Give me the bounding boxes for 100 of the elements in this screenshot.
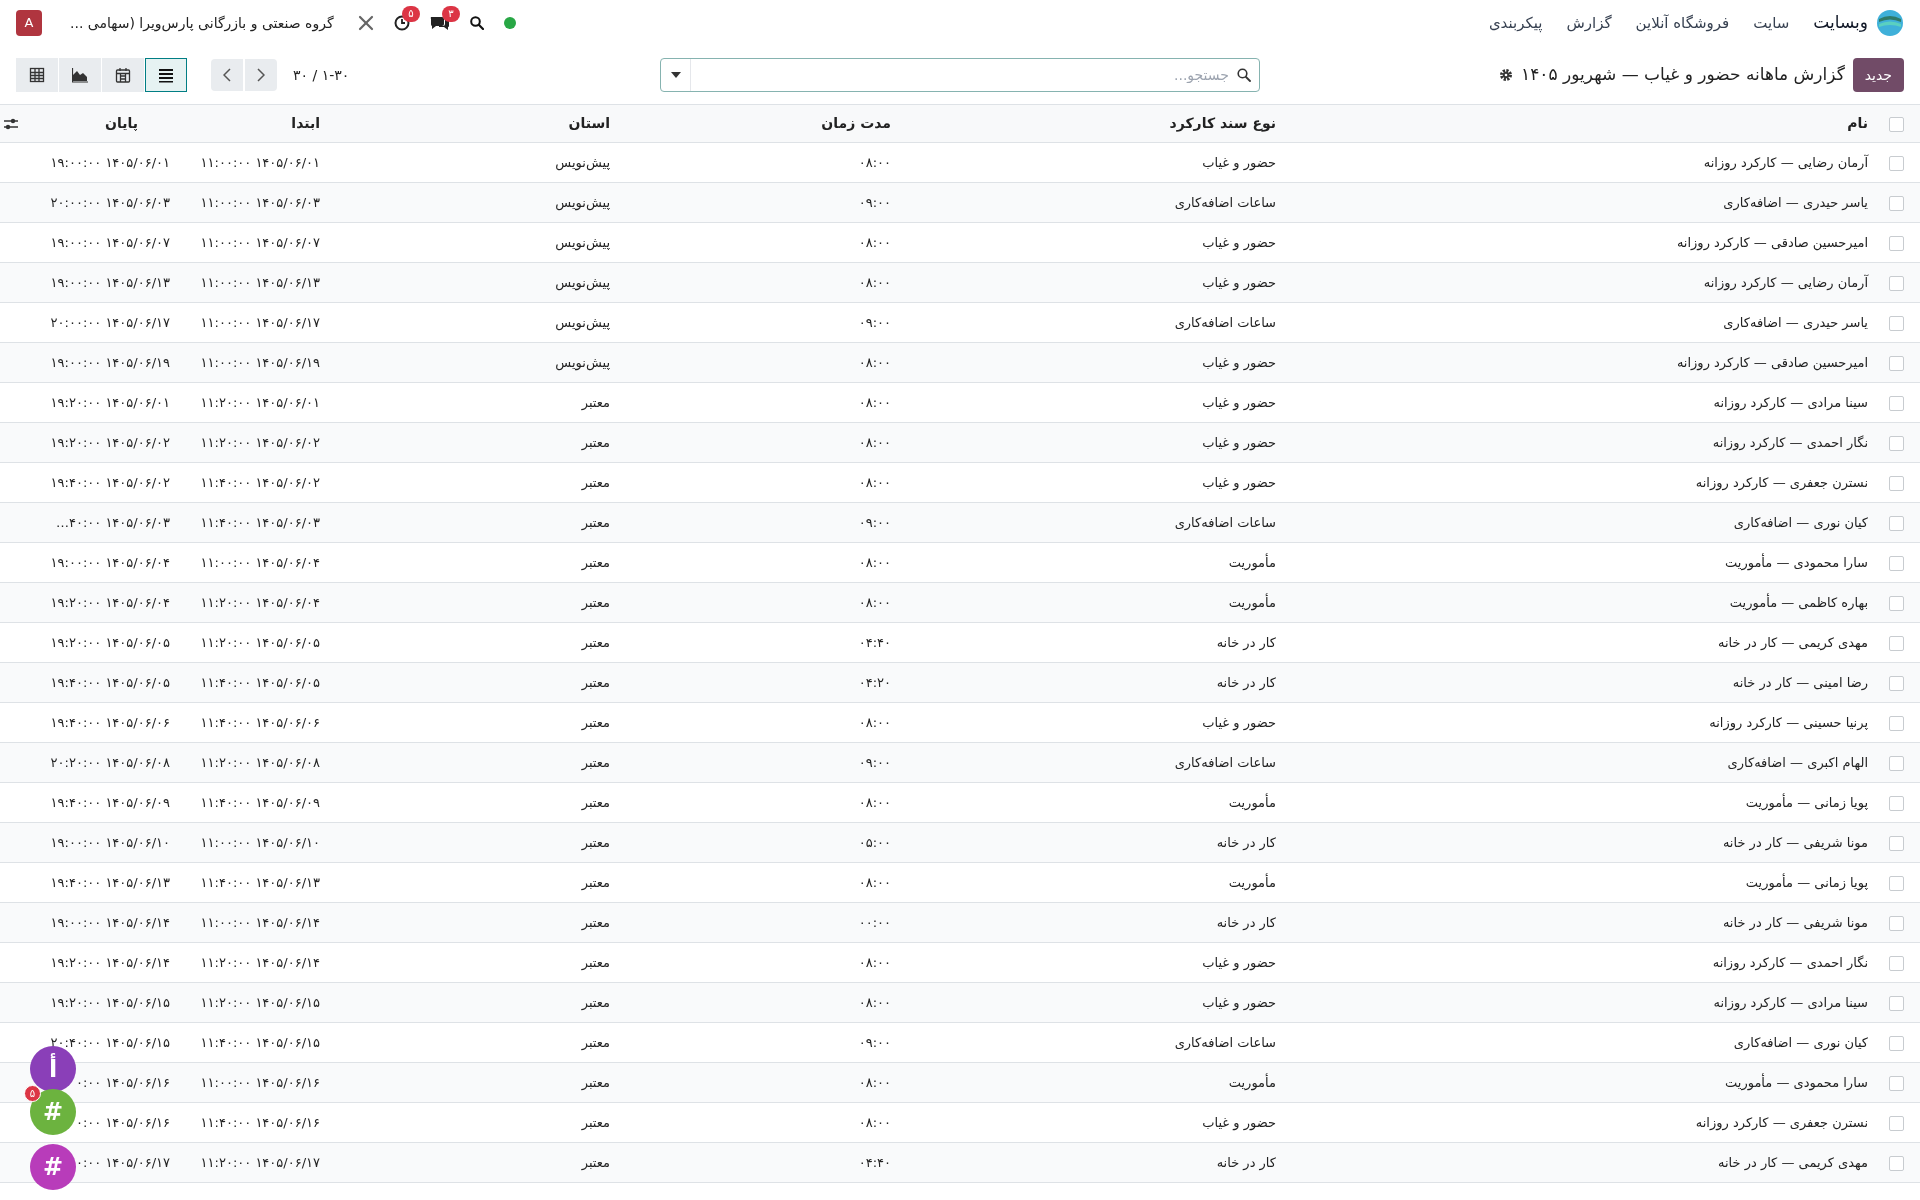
menu-item[interactable]: پیکربندی [1488,11,1543,35]
table-cell: معتبر [581,954,610,970]
checkbox[interactable] [1888,835,1904,851]
previous-button[interactable] [211,59,243,91]
table-cell: ۱۴۰۵/۰۶/۰۷ ۱۱:۰۰:۰۰ [200,234,320,250]
new-button[interactable]: جدید [1852,58,1904,92]
view-switch-button[interactable] [59,58,101,92]
table-cell: ۱۴۰۵/۰۶/۰۴ ۱۹:۰۰:۰۰ [50,554,170,570]
table-cell: حضور و غیاب [1202,714,1276,730]
table-cell: سینا مرادی — کارکرد روزانه [1713,394,1868,410]
table-cell: ۱۴۰۵/۰۶/۱۷ ۱۱:۲۰:۰۰ [200,1154,320,1170]
table-cell: ۱۴۰۵/۰۶/۱۳ ۱۱:۰۰:۰۰ [200,274,320,290]
table-cell: پیش‌نویس [555,234,610,250]
checkbox[interactable] [1888,116,1904,132]
checkbox[interactable] [1888,1115,1904,1131]
checkbox[interactable] [1888,875,1904,891]
table-cell: ۱۴۰۵/۰۶/۰۶ ۱۹:۴۰:۰۰ [50,714,170,730]
column-header[interactable]: ابتدا [291,115,320,131]
table-cell: ساعات اضافه‌کاری [1174,1034,1276,1050]
table-cell: کار در خانه [1216,914,1276,930]
view-switch-button[interactable] [102,58,144,92]
checkbox[interactable] [1888,235,1904,251]
column-header[interactable]: استان [568,115,610,131]
checkbox[interactable] [1888,635,1904,651]
table-cell: ۱۴۰۵/۰۶/۰۲ ۱۹:۲۰:۰۰ [50,434,170,450]
table-cell: ۱۴۰۵/۰۶/۱۴ ۱۹:۰۰:۰۰ [50,914,170,930]
table-cell: مونا شریفی — کار در خانه [1722,914,1868,930]
search-icon[interactable] [469,16,484,30]
company-name[interactable]: گروه صنعتی و بازرگانی پارس‌ویرا (سهامی ... [70,12,334,34]
notification-badge: ۵ [402,6,420,22]
checkbox[interactable] [1888,315,1904,331]
table-cell: ساعات اضافه‌کاری [1174,194,1276,210]
next-button[interactable] [245,59,277,91]
checkbox[interactable] [1888,955,1904,971]
checkbox[interactable] [1888,915,1904,931]
checkbox[interactable] [1888,715,1904,731]
checkbox[interactable] [1888,755,1904,771]
table-cell: ۱۴۰۵/۰۶/۰۲ ۱۱:۲۰:۰۰ [200,434,320,450]
column-header[interactable]: نوع سند کارکرد [1169,115,1276,131]
table-cell: بهاره کاظمی — مأموریت [1729,594,1868,610]
checkbox[interactable] [1888,155,1904,171]
checkbox[interactable] [1888,515,1904,531]
table-cell: معتبر [581,674,610,690]
column-header[interactable]: پایان [105,113,138,134]
logo-icon[interactable] [1876,9,1904,37]
gear-icon[interactable] [1499,68,1514,82]
search-bar[interactable]: جستجو... [660,58,1260,92]
table-cell: ۱۴۰۵/۰۶/۰۱ ۱۹:۰۰:۰۰ [50,154,170,170]
table-cell: ۱۴۰۵/۰۶/۰۱ ۱۱:۰۰:۰۰ [200,154,320,170]
menu-item[interactable]: سایت [1753,11,1790,35]
checkbox[interactable] [1888,595,1904,611]
table-cell: معتبر [581,474,610,490]
search-input[interactable]: جستجو... [691,59,1229,91]
table-cell: ۰۸:۰۰ [858,474,891,490]
checkbox[interactable] [1888,995,1904,1011]
table-cell: ۱۴۰۵/۰۶/۱۵ ۱۹:۲۰:۰۰ [50,994,170,1010]
clock-icon[interactable] [393,15,410,31]
menu-item[interactable]: گزارش [1566,11,1612,35]
table-cell: حضور و غیاب [1202,474,1276,490]
checkbox[interactable] [1888,195,1904,211]
view-switch-button[interactable] [145,58,187,92]
checkbox[interactable] [1888,1155,1904,1171]
checkbox[interactable] [1888,1075,1904,1091]
column-header[interactable]: مدت زمان [821,115,891,131]
table-cell: ۱۴۰۵/۰۶/۱۷ ۲۰:۰۰:۰۰ [50,314,170,330]
checkbox[interactable] [1888,275,1904,291]
table-cell: معتبر [581,434,610,450]
column-header[interactable]: نام [1847,115,1868,131]
view-switch-button[interactable] [16,58,58,92]
table-cell: ۰۹:۰۰ [858,754,891,770]
table-cell: ۱۴۰۵/۰۶/۱۶ ۰:۰۰ [75,1114,170,1130]
table-cell: ۱۴۰۵/۰۶/۱۷ ۰:۰۰ [75,1154,170,1170]
chat-icon[interactable] [429,15,450,31]
table-cell: ۱۴۰۵/۰۶/۰۹ ۱۱:۴۰:۰۰ [200,794,320,810]
sliders-icon[interactable] [4,117,18,130]
search-icon[interactable] [1237,68,1251,82]
pager-value[interactable]: ۱-۳۰ / ۳۰ [293,64,350,86]
table-cell: ۱۴۰۵/۰۶/۰۳ ۱۱:۴۰:۰۰ [200,514,320,530]
checkbox[interactable] [1888,675,1904,691]
checkbox[interactable] [1888,395,1904,411]
checkbox[interactable] [1888,795,1904,811]
table-cell: پیش‌نویس [555,314,610,330]
checkbox[interactable] [1888,1035,1904,1051]
table-cell: رضا امینی — کار در خانه [1732,674,1868,690]
table-cell: ۱۴۰۵/۰۶/۱۴ ۱۱:۰۰:۰۰ [200,914,320,930]
table-cell: حضور و غیاب [1202,274,1276,290]
menu-item[interactable]: فروشگاه آنلاین [1635,11,1730,35]
table-cell: نگار احمدی — کارکرد روزانه [1712,954,1868,970]
table-cell: معتبر [581,1114,610,1130]
chevron-left-icon [223,68,231,82]
user-avatar[interactable]: A [16,10,42,36]
table-cell: ۱۴۰۵/۰۶/۱۷ ۱۱:۰۰:۰۰ [200,314,320,330]
table-cell: ۰۴:۲۰ [858,674,891,690]
app-name[interactable]: وبسایت [1813,10,1868,36]
checkbox[interactable] [1888,355,1904,371]
checkbox[interactable] [1888,555,1904,571]
checkbox[interactable] [1888,435,1904,451]
table-cell: حضور و غیاب [1202,954,1276,970]
checkbox[interactable] [1888,475,1904,491]
table-cell: مهدی کریمی — کار در خانه [1717,634,1868,650]
